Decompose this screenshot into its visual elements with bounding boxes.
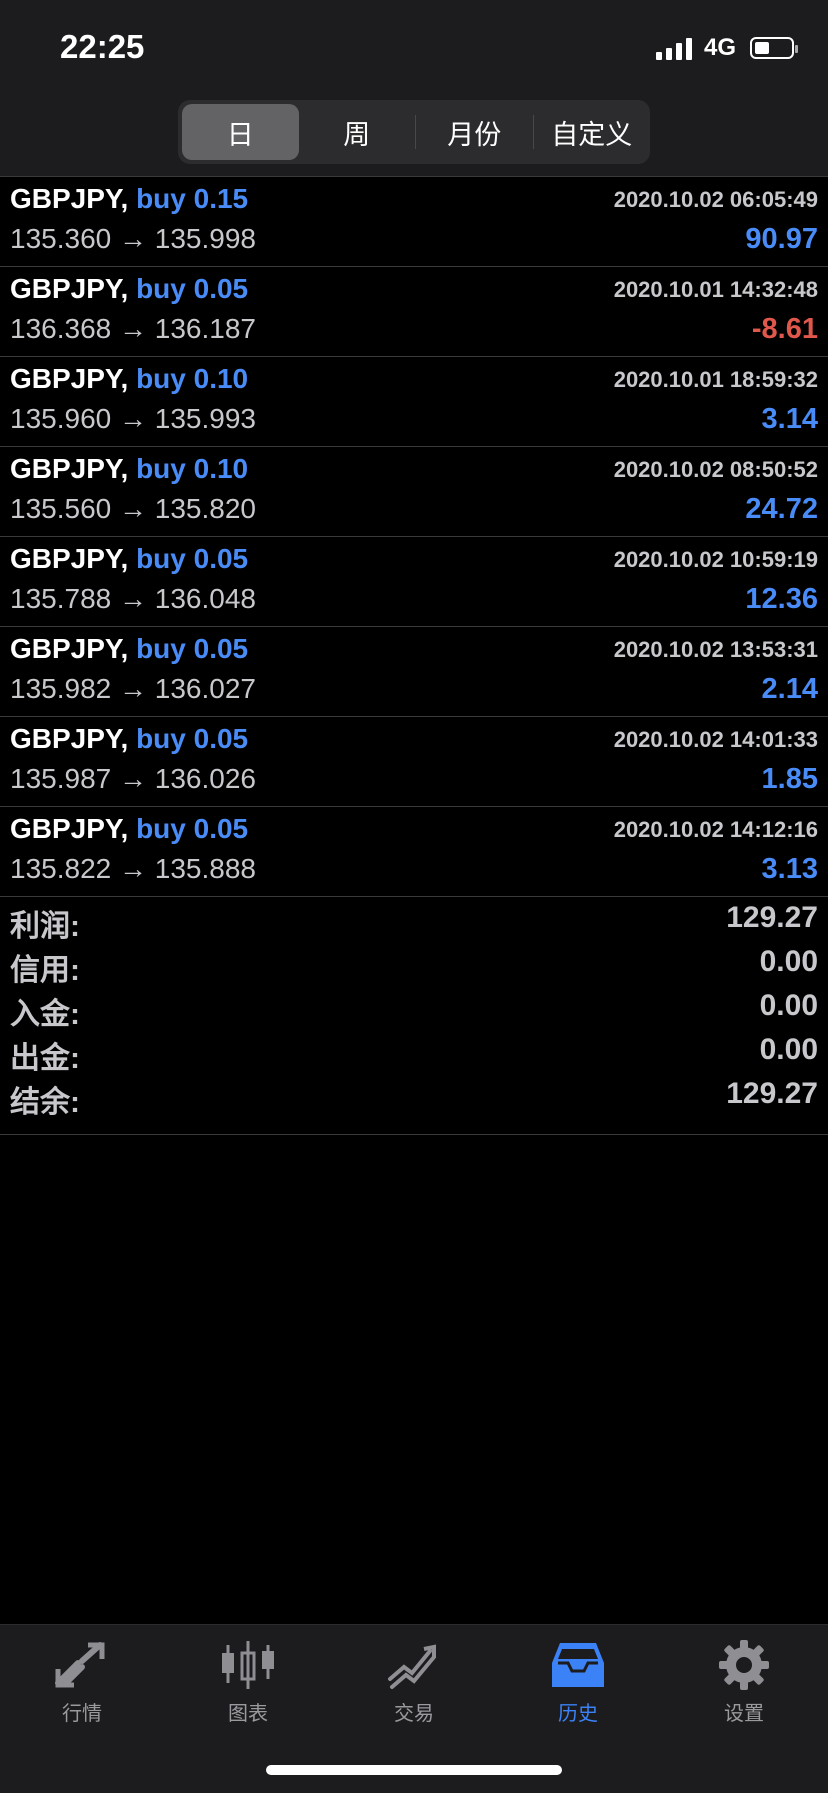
trade-side: buy 0.05: [136, 633, 249, 664]
tab-charts-label: 图表: [228, 1703, 268, 1725]
quotes-icon: [55, 1642, 105, 1688]
tab-trade-label: 交易: [394, 1703, 434, 1725]
gear-icon: [719, 1640, 769, 1690]
trade-side: buy 0.10: [136, 363, 249, 394]
period-header: 日 周 月份 自定义: [0, 100, 828, 177]
tab-settings[interactable]: 设置: [684, 1639, 804, 1739]
trade-time: 2020.10.02 06:05:49: [613, 187, 818, 212]
tab-week[interactable]: 周: [299, 104, 416, 160]
trade-profit: 3.14: [761, 403, 818, 435]
trade-profit: 24.72: [745, 493, 818, 525]
trade-symbol: GBPJPY,: [10, 813, 129, 844]
trade-symbol: GBPJPY,: [10, 723, 129, 754]
home-indicator: [266, 1765, 562, 1775]
trade-side: buy 0.05: [136, 543, 249, 574]
tab-quotes-label: 行情: [62, 1703, 102, 1725]
trade-profit: -8.61: [751, 313, 818, 345]
summary-value: 0.00: [759, 945, 818, 978]
status-time: 22:25: [60, 28, 145, 65]
trade-side: buy 0.10: [136, 453, 249, 484]
trade-prices: 135.987 → 136.026: [10, 763, 256, 794]
trade-side: buy 0.05: [136, 723, 249, 754]
history-inbox-icon: [552, 1643, 604, 1687]
summary-credit-row: 信用: 0.00: [0, 941, 828, 987]
summary-value: 0.00: [759, 989, 818, 1022]
tab-charts[interactable]: 图表: [188, 1639, 308, 1739]
trade-time: 2020.10.01 14:32:48: [613, 277, 818, 302]
trade-prices: 135.982 → 136.027: [10, 673, 256, 704]
summary-balance-row: 结余: 129.27: [0, 1073, 828, 1119]
tab-day[interactable]: 日: [182, 104, 299, 160]
trade-time: 2020.10.02 14:12:16: [613, 817, 818, 842]
trade-list: GBPJPY, buy 0.15 2020.10.02 06:05:49 135…: [0, 177, 828, 897]
trade-side: buy 0.15: [136, 183, 249, 214]
trade-symbol: GBPJPY,: [10, 633, 129, 664]
network-type: 4G: [703, 34, 736, 61]
trade-row[interactable]: GBPJPY, buy 0.10 2020.10.02 08:50:52 135…: [0, 447, 828, 537]
trade-prices: 135.822 → 135.888: [10, 853, 256, 884]
trade-row[interactable]: GBPJPY, buy 0.05 2020.10.01 14:32:48 136…: [0, 267, 828, 357]
summary-label: 信用:: [10, 954, 80, 987]
tab-settings-label: 设置: [724, 1703, 764, 1725]
trade-profit: 2.14: [761, 673, 818, 705]
summary-label: 利润:: [10, 910, 80, 943]
trade-profit: 1.85: [761, 763, 818, 795]
tab-custom[interactable]: 自定义: [534, 104, 651, 160]
trade-symbol: GBPJPY,: [10, 183, 129, 214]
summary-value: 129.27: [726, 901, 818, 934]
trade-profit: 3.13: [761, 853, 818, 885]
tab-history-label: 历史: [558, 1703, 598, 1725]
summary-label: 出金:: [10, 1042, 80, 1075]
trade-symbol: GBPJPY,: [10, 273, 129, 304]
trade-prices: 135.360 → 135.998: [10, 223, 256, 254]
tab-history[interactable]: 历史: [518, 1639, 638, 1739]
period-segmented-control: 日 周 月份 自定义: [178, 100, 650, 164]
tab-month[interactable]: 月份: [416, 104, 533, 160]
trade-row[interactable]: GBPJPY, buy 0.05 2020.10.02 14:12:16 135…: [0, 807, 828, 897]
trade-side: buy 0.05: [136, 813, 249, 844]
trade-symbol: GBPJPY,: [10, 363, 129, 394]
trade-time: 2020.10.01 18:59:32: [613, 367, 818, 392]
trade-side: buy 0.05: [136, 273, 249, 304]
trade-row[interactable]: GBPJPY, buy 0.05 2020.10.02 13:53:31 135…: [0, 627, 828, 717]
trade-row[interactable]: GBPJPY, buy 0.05 2020.10.02 10:59:19 135…: [0, 537, 828, 627]
tab-quotes[interactable]: 行情: [22, 1639, 142, 1739]
tab-trade[interactable]: 交易: [354, 1639, 474, 1739]
trade-time: 2020.10.02 08:50:52: [613, 457, 818, 482]
trade-row[interactable]: GBPJPY, buy 0.10 2020.10.01 18:59:32 135…: [0, 357, 828, 447]
trade-symbol: GBPJPY,: [10, 453, 129, 484]
trade-row[interactable]: GBPJPY, buy 0.05 2020.10.02 14:01:33 135…: [0, 717, 828, 807]
summary-label: 结余:: [10, 1086, 80, 1119]
trade-profit: 90.97: [745, 223, 818, 255]
trade-prices: 135.560 → 135.820: [10, 493, 256, 524]
trade-row[interactable]: GBPJPY, buy 0.15 2020.10.02 06:05:49 135…: [0, 177, 828, 267]
status-bar: 22:25 4G: [0, 0, 828, 100]
signal-icon: [655, 36, 692, 60]
summary-value: 129.27: [726, 1077, 818, 1110]
summary-profit-row: 利润: 129.27: [0, 897, 828, 943]
summary-withdrawal-row: 出金: 0.00: [0, 1029, 828, 1075]
trade-prices: 135.788 → 136.048: [10, 583, 256, 614]
account-summary: 利润: 129.27 信用: 0.00 入金: 0.00 出金: 0.00 结余…: [0, 897, 828, 1135]
chart-candles-icon: [222, 1641, 274, 1689]
status-indicators: 4G: [655, 34, 798, 62]
summary-value: 0.00: [759, 1033, 818, 1066]
trade-time: 2020.10.02 13:53:31: [613, 637, 818, 662]
trade-prices: 136.368 → 136.187: [10, 313, 256, 344]
summary-label: 入金:: [10, 998, 80, 1031]
trade-prices: 135.960 → 135.993: [10, 403, 256, 434]
trade-symbol: GBPJPY,: [10, 543, 129, 574]
trade-icon: [388, 1644, 436, 1689]
trade-time: 2020.10.02 10:59:19: [613, 547, 818, 572]
trade-time: 2020.10.02 14:01:33: [613, 727, 818, 752]
trade-profit: 12.36: [745, 583, 818, 615]
battery-icon: [750, 37, 798, 59]
summary-deposit-row: 入金: 0.00: [0, 985, 828, 1031]
